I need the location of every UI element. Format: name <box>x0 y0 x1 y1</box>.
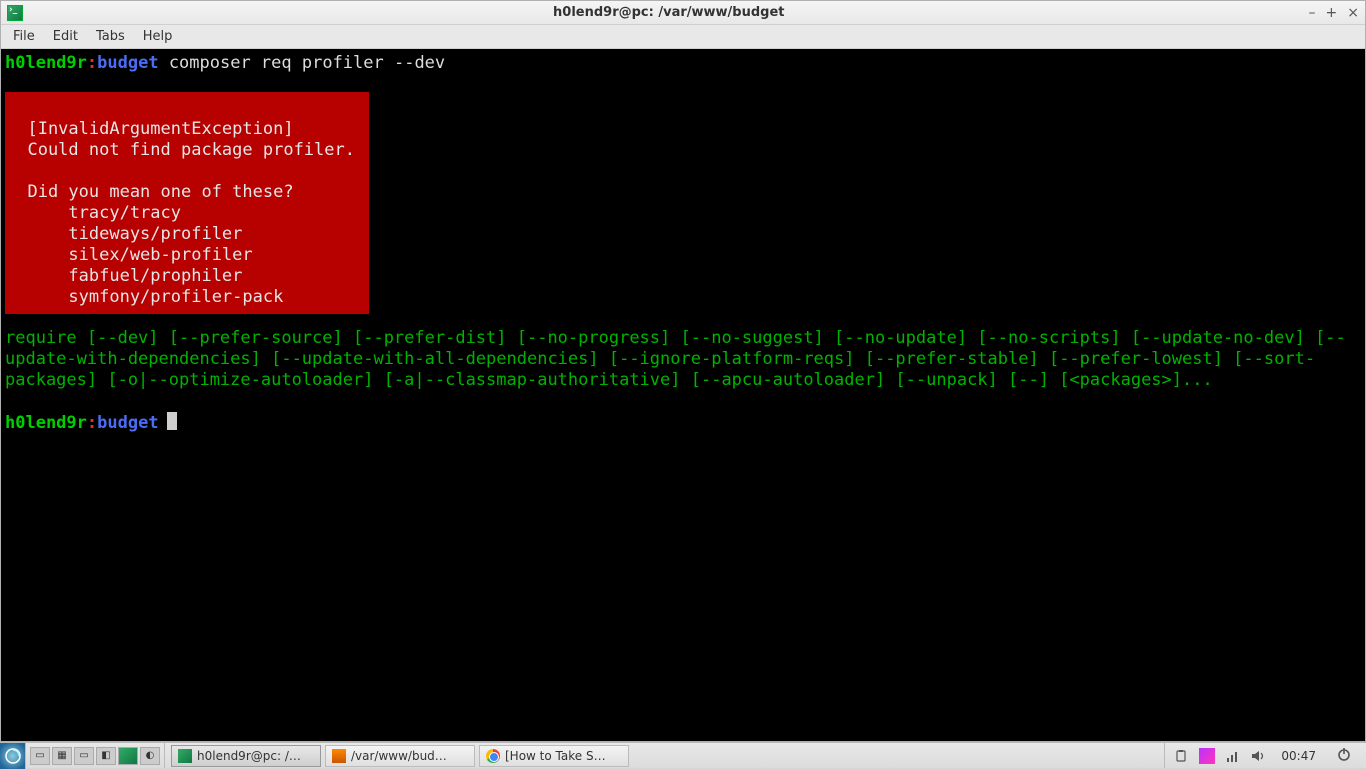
quick-app[interactable]: ◐ <box>140 747 160 765</box>
task-label: [How to Take S… <box>505 749 606 763</box>
power-button[interactable] <box>1330 746 1358 766</box>
prompt-colon: : <box>87 53 97 73</box>
quick-show-desktop[interactable]: ▭ <box>30 747 50 765</box>
error-suggestion: silex/web-profiler <box>7 245 253 265</box>
window-titlebar: h0lend9r@pc: /var/www/budget – + × <box>1 1 1365 25</box>
menu-file[interactable]: File <box>5 27 43 46</box>
prompt-colon: : <box>87 413 97 433</box>
quick-terminal[interactable] <box>118 747 138 765</box>
task-list: h0lend9r@pc: /… /var/www/bud… [How to Ta… <box>165 743 1164 768</box>
task-label: h0lend9r@pc: /… <box>197 749 301 763</box>
error-suggestion: tracy/tracy <box>7 203 181 223</box>
task-label: /var/www/bud… <box>351 749 447 763</box>
prompt-user: h0lend9r <box>5 53 87 73</box>
system-tray: 00:47 <box>1164 743 1366 768</box>
menubar: File Edit Tabs Help <box>1 25 1365 49</box>
entered-command: composer req profiler --dev <box>169 53 445 73</box>
menu-tabs[interactable]: Tabs <box>88 27 133 46</box>
error-question: Did you mean one of these? <box>7 182 294 202</box>
error-exception: [InvalidArgumentException] <box>7 119 294 139</box>
clock[interactable]: 00:47 <box>1277 749 1320 763</box>
error-suggestion: fabfuel/prophiler <box>7 266 242 286</box>
volume-icon[interactable] <box>1251 748 1267 764</box>
quick-app[interactable]: ◧ <box>96 747 116 765</box>
app-indicator-icon[interactable] <box>1199 748 1215 764</box>
error-suggestion: symfony/profiler-pack <box>7 287 283 307</box>
window-title: h0lend9r@pc: /var/www/budget <box>29 5 1309 20</box>
window-maximize-button[interactable]: + <box>1326 5 1338 21</box>
chrome-icon <box>486 749 500 763</box>
quick-workspace[interactable]: ▦ <box>52 747 72 765</box>
network-icon[interactable] <box>1225 748 1241 764</box>
task-editor[interactable]: /var/www/bud… <box>325 745 475 767</box>
terminal-viewport[interactable]: h0lend9r:budget composer req profiler --… <box>1 49 1365 741</box>
terminal-appicon <box>7 5 23 21</box>
taskbar: ▭ ▦ ▭ ◧ ◐ h0lend9r@pc: /… /var/www/bud… … <box>0 742 1366 768</box>
error-message: Could not find package profiler. <box>7 140 355 160</box>
start-icon <box>5 748 21 764</box>
prompt-dir: budget <box>97 413 158 433</box>
menu-edit[interactable]: Edit <box>45 27 86 46</box>
quick-filemanager[interactable]: ▭ <box>74 747 94 765</box>
task-terminal[interactable]: h0lend9r@pc: /… <box>171 745 321 767</box>
menu-help[interactable]: Help <box>135 27 181 46</box>
prompt-dir: budget <box>97 53 158 73</box>
window-close-button[interactable]: × <box>1347 5 1359 21</box>
window-minimize-button[interactable]: – <box>1309 5 1316 21</box>
terminal-icon <box>178 749 192 763</box>
prompt-user: h0lend9r <box>5 413 87 433</box>
error-suggestion: tideways/profiler <box>7 224 242 244</box>
quick-launch: ▭ ▦ ▭ ◧ ◐ <box>26 743 165 768</box>
error-block: [InvalidArgumentException] Could not fin… <box>5 92 369 314</box>
sublime-icon <box>332 749 346 763</box>
terminal-cursor <box>167 412 177 430</box>
start-menu-button[interactable] <box>0 743 26 769</box>
clipboard-icon[interactable] <box>1173 748 1189 764</box>
task-browser[interactable]: [How to Take S… <box>479 745 629 767</box>
terminal-window: h0lend9r@pc: /var/www/budget – + × File … <box>0 0 1366 742</box>
composer-usage: require [--dev] [--prefer-source] [--pre… <box>5 328 1346 390</box>
